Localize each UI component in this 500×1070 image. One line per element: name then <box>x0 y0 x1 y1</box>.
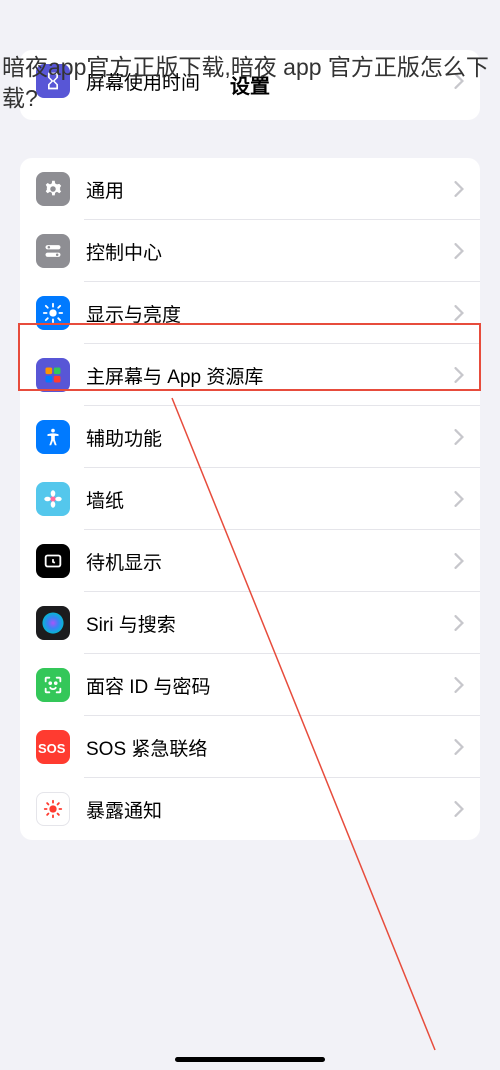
svg-text:SOS: SOS <box>38 741 66 756</box>
row-flower[interactable]: 墙纸 <box>20 468 480 530</box>
row-gear[interactable]: 通用 <box>20 158 480 220</box>
row-brightness[interactable]: 显示与亮度 <box>20 282 480 344</box>
chevron-right-icon <box>454 243 464 259</box>
accessibility-icon <box>36 420 70 454</box>
chevron-right-icon <box>454 429 464 445</box>
face-icon <box>36 668 70 702</box>
row-label: 面容 ID 与密码 <box>86 672 454 699</box>
exposure-icon <box>36 792 70 826</box>
row-label: 墙纸 <box>86 486 454 513</box>
chevron-right-icon <box>454 677 464 693</box>
siri-icon <box>36 606 70 640</box>
row-label: 控制中心 <box>86 238 454 265</box>
row-accessibility[interactable]: 辅助功能 <box>20 406 480 468</box>
row-face[interactable]: 面容 ID 与密码 <box>20 654 480 716</box>
row-label: 主屏幕与 App 资源库 <box>86 362 454 389</box>
toggles-icon <box>36 234 70 268</box>
chevron-right-icon <box>454 739 464 755</box>
grid-icon <box>36 358 70 392</box>
row-exposure[interactable]: 暴露通知 <box>20 778 480 840</box>
row-label: Siri 与搜索 <box>86 610 454 637</box>
row-clock[interactable]: 待机显示 <box>20 530 480 592</box>
row-label: 辅助功能 <box>86 424 454 451</box>
home-indicator <box>175 1057 325 1062</box>
clock-icon <box>36 544 70 578</box>
chevron-right-icon <box>454 367 464 383</box>
sos-icon: SOS <box>36 730 70 764</box>
row-label: 显示与亮度 <box>86 300 454 327</box>
brightness-icon <box>36 296 70 330</box>
row-sos[interactable]: SOS SOS 紧急联络 <box>20 716 480 778</box>
row-label: 暴露通知 <box>86 796 454 823</box>
chevron-right-icon <box>454 801 464 817</box>
chevron-right-icon <box>454 181 464 197</box>
overlay-text: 暗夜app官方正版下载,暗夜 app 官方正版怎么下载? <box>0 50 500 114</box>
chevron-right-icon <box>454 491 464 507</box>
row-toggles[interactable]: 控制中心 <box>20 220 480 282</box>
row-label: 通用 <box>86 176 454 203</box>
row-siri[interactable]: Siri 与搜索 <box>20 592 480 654</box>
settings-group-main: 通用控制中心显示与亮度主屏幕与 App 资源库辅助功能墙纸待机显示 Siri 与搜… <box>20 158 480 840</box>
flower-icon <box>36 482 70 516</box>
chevron-right-icon <box>454 305 464 321</box>
chevron-right-icon <box>454 553 464 569</box>
row-grid[interactable]: 主屏幕与 App 资源库 <box>20 344 480 406</box>
gear-icon <box>36 172 70 206</box>
row-label: 待机显示 <box>86 548 454 575</box>
chevron-right-icon <box>454 615 464 631</box>
row-label: SOS 紧急联络 <box>86 734 454 761</box>
